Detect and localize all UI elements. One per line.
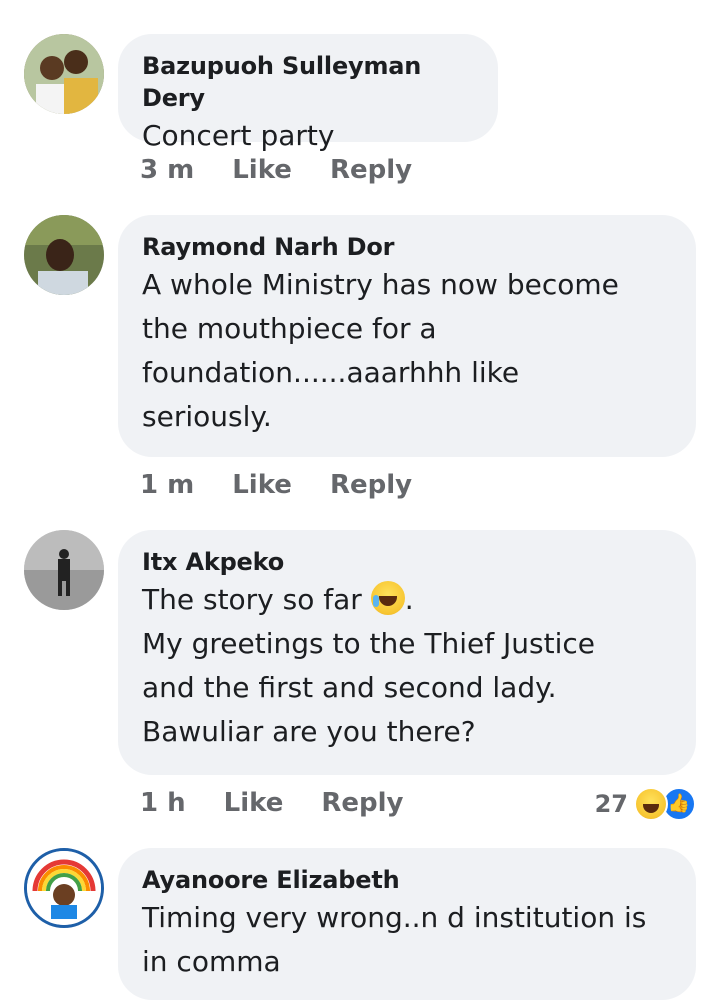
comment-bubble: Ayanoore Elizabeth Timing very wrong..n … xyxy=(118,848,696,1000)
comment-text-line-end: . xyxy=(404,583,414,616)
comment-text-rest: My greetings to the Thief Justice and th… xyxy=(142,627,595,748)
like-button[interactable]: Like xyxy=(232,155,292,185)
author-name[interactable]: Itx Akpeko xyxy=(142,546,672,578)
like-button[interactable]: Like xyxy=(232,470,292,500)
comment-actions: 1 h Like Reply xyxy=(140,788,404,818)
laughing-crying-emoji-icon xyxy=(370,581,405,615)
comment-text: Timing very wrong..n d institution is in… xyxy=(142,901,647,978)
reply-button[interactable]: Reply xyxy=(330,155,412,185)
comment-text-line: The story so far xyxy=(142,583,371,616)
avatar[interactable] xyxy=(24,34,104,114)
comment-bubble: Bazupuoh Sulleyman Dery Concert party xyxy=(118,34,498,152)
author-name[interactable]: Bazupuoh Sulleyman Dery xyxy=(142,50,474,114)
timestamp[interactable]: 1 h xyxy=(140,788,186,818)
comment-text: A whole Ministry has now become the mout… xyxy=(142,268,619,433)
avatar[interactable] xyxy=(24,530,104,610)
reply-button[interactable]: Reply xyxy=(321,788,403,818)
timestamp[interactable]: 3 m xyxy=(140,155,194,185)
comment-bubble: Raymond Narh Dor A whole Ministry has no… xyxy=(118,215,696,457)
avatar[interactable] xyxy=(24,848,104,928)
comment-text: Concert party xyxy=(142,119,335,152)
comment-actions: 3 m Like Reply xyxy=(140,155,412,185)
author-name[interactable]: Raymond Narh Dor xyxy=(142,231,672,263)
avatar[interactable] xyxy=(24,215,104,295)
comment-text: The story so far . My greetings to the T… xyxy=(142,578,672,754)
comment-bubble: Itx Akpeko The story so far . My greetin… xyxy=(118,530,696,775)
comment-actions: 1 m Like Reply xyxy=(140,470,412,500)
haha-reaction-icon xyxy=(634,787,668,821)
reactions-summary[interactable]: 27 👍 xyxy=(595,787,696,821)
reaction-count: 27 xyxy=(594,790,628,818)
reply-button[interactable]: Reply xyxy=(330,470,412,500)
timestamp[interactable]: 1 m xyxy=(140,470,194,500)
author-name[interactable]: Ayanoore Elizabeth xyxy=(142,864,672,896)
like-button[interactable]: Like xyxy=(224,788,284,818)
